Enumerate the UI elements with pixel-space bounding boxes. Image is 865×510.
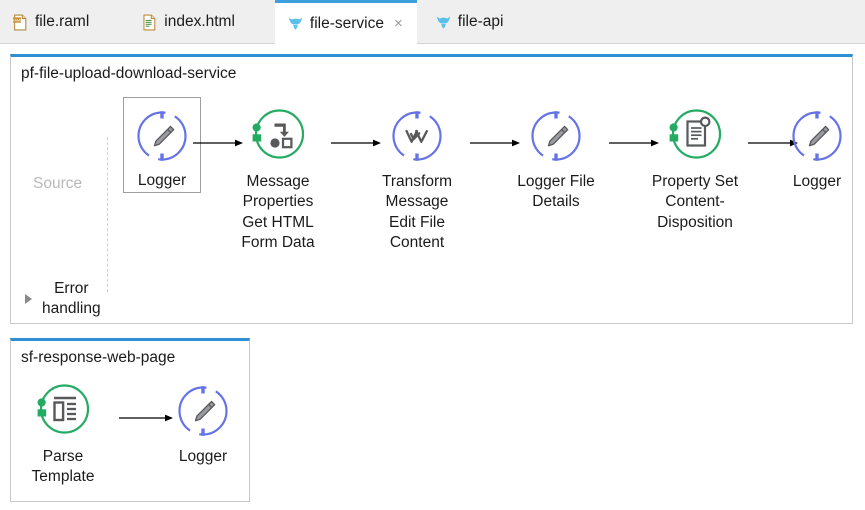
flow-canvas[interactable]: pf-file-upload-download-service Source L… <box>0 44 865 510</box>
node-transform-message[interactable]: Transform Message Edit File Content <box>359 104 475 254</box>
node-property-set[interactable]: Property Set Content- Disposition <box>637 104 753 233</box>
node-label: Transform Message Edit File Content <box>382 172 452 254</box>
flow-title: sf-response-web-page <box>21 349 175 367</box>
node-selection-box <box>123 97 201 193</box>
logger-icon <box>789 108 845 164</box>
tab-file-service[interactable]: file-service × <box>275 0 417 44</box>
node-logger-2[interactable]: Logger <box>759 104 865 192</box>
mule-flow-icon <box>287 15 304 32</box>
message-properties-icon <box>248 106 308 166</box>
mule-flow-icon <box>435 14 452 31</box>
parse-template-icon <box>33 381 93 441</box>
node-label: Logger <box>793 172 841 192</box>
tab-label: index.html <box>164 13 235 31</box>
tab-label: file.raml <box>35 13 89 31</box>
node-logger-response[interactable]: Logger <box>145 379 261 467</box>
logger-icon <box>134 108 190 164</box>
tab-label: file-service <box>310 15 384 33</box>
error-handling-label: Error handling <box>42 279 101 320</box>
transform-message-icon <box>389 108 445 164</box>
logger-icon <box>528 108 584 164</box>
tab-file-api[interactable]: file-api <box>423 0 518 44</box>
editor-tab-bar: RAML file.raml index.html file-service × <box>0 0 865 44</box>
tab-label: file-api <box>458 13 504 31</box>
expand-triangle-icon[interactable] <box>25 294 32 304</box>
node-label: Logger <box>179 447 227 467</box>
html-file-icon <box>141 14 158 31</box>
tab-file-raml[interactable]: RAML file.raml <box>0 0 103 44</box>
node-label: Message Properties Get HTML Form Data <box>241 172 314 254</box>
flow-container-response[interactable]: sf-response-web-page <box>10 338 250 502</box>
svg-text:RAML: RAML <box>12 18 22 22</box>
logger-icon <box>175 383 231 439</box>
flow-title: pf-file-upload-download-service <box>21 65 236 83</box>
error-handling-section[interactable]: Error handling <box>25 279 101 320</box>
node-label: Parse Template <box>32 447 95 488</box>
node-message-properties[interactable]: Message Properties Get HTML Form Data <box>220 104 336 254</box>
property-set-icon <box>665 106 725 166</box>
source-lane-label: Source <box>33 175 82 193</box>
node-logger-file-details[interactable]: Logger File Details <box>498 104 614 213</box>
tab-close-icon[interactable]: × <box>394 16 403 31</box>
flow-container-main[interactable]: pf-file-upload-download-service Source L… <box>10 54 853 324</box>
raml-file-icon: RAML <box>12 14 29 31</box>
node-label: Logger File Details <box>517 172 595 213</box>
node-label: Property Set Content- Disposition <box>652 172 738 233</box>
node-parse-template[interactable]: Parse Template <box>5 379 121 488</box>
tab-index-html[interactable]: index.html <box>129 0 249 44</box>
